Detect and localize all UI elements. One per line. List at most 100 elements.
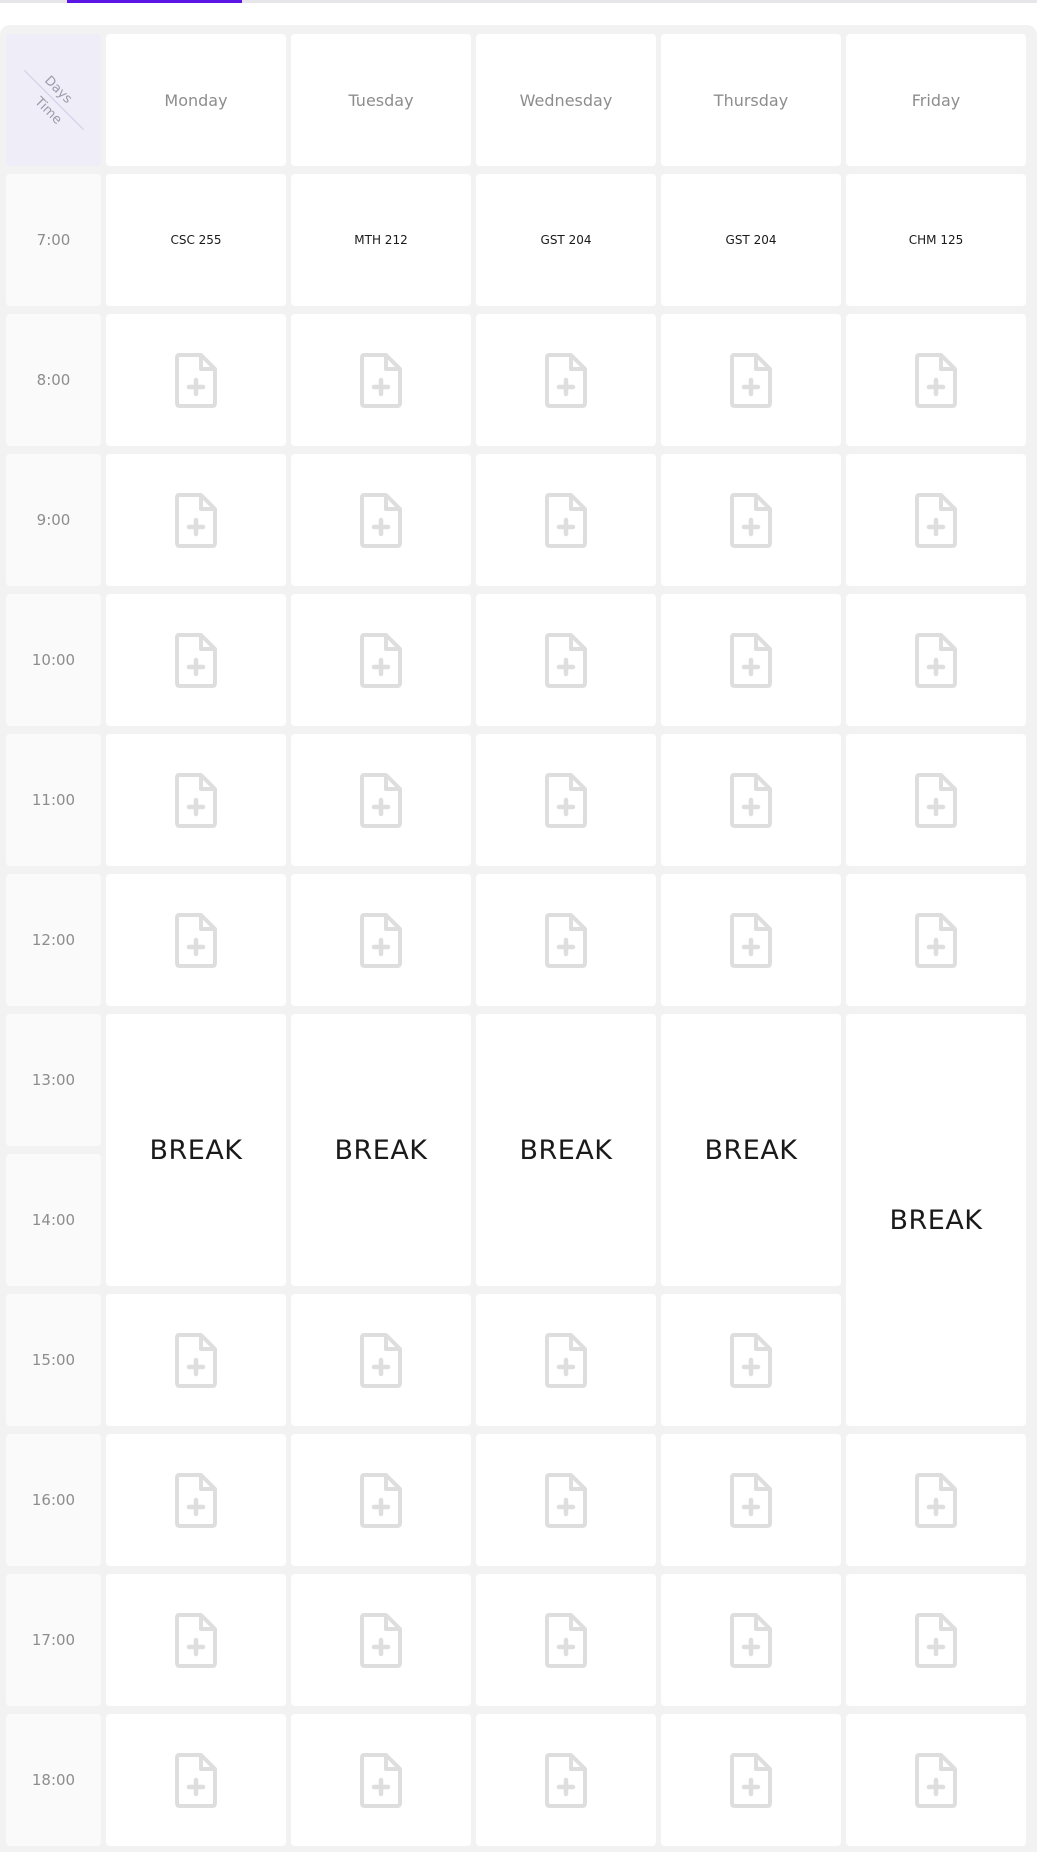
time-slot-label: 12:00	[6, 874, 101, 1006]
add-file-icon[interactable]	[173, 1471, 219, 1529]
add-file-icon[interactable]	[728, 1471, 774, 1529]
add-slot[interactable]	[106, 594, 286, 726]
add-slot[interactable]	[476, 734, 656, 866]
add-file-icon[interactable]	[728, 491, 774, 549]
add-file-icon[interactable]	[728, 351, 774, 409]
add-slot[interactable]	[476, 1714, 656, 1846]
add-slot[interactable]	[846, 1574, 1026, 1706]
add-slot[interactable]	[291, 734, 471, 866]
add-file-icon[interactable]	[913, 491, 959, 549]
add-slot[interactable]	[846, 734, 1026, 866]
add-file-icon[interactable]	[358, 631, 404, 689]
add-slot[interactable]	[661, 594, 841, 726]
add-slot[interactable]	[291, 1294, 471, 1426]
add-file-icon[interactable]	[913, 771, 959, 829]
add-file-icon[interactable]	[173, 631, 219, 689]
add-file-icon[interactable]	[543, 1331, 589, 1389]
add-file-icon[interactable]	[358, 1751, 404, 1809]
add-file-icon[interactable]	[728, 1611, 774, 1669]
course-cell[interactable]: CHM 125	[846, 174, 1026, 306]
add-slot[interactable]	[661, 1434, 841, 1566]
add-file-icon[interactable]	[173, 1331, 219, 1389]
add-file-icon[interactable]	[728, 1751, 774, 1809]
add-slot[interactable]	[106, 314, 286, 446]
course-cell[interactable]: GST 204	[661, 174, 841, 306]
add-slot[interactable]	[846, 874, 1026, 1006]
course-code: CHM 125	[908, 233, 964, 247]
add-slot[interactable]	[846, 594, 1026, 726]
add-slot[interactable]	[476, 594, 656, 726]
add-file-icon[interactable]	[543, 1471, 589, 1529]
add-file-icon[interactable]	[913, 1751, 959, 1809]
add-file-icon[interactable]	[913, 911, 959, 969]
add-file-icon[interactable]	[543, 1751, 589, 1809]
add-file-icon[interactable]	[543, 631, 589, 689]
add-slot[interactable]	[661, 1574, 841, 1706]
add-file-icon[interactable]	[358, 1611, 404, 1669]
course-cell[interactable]: GST 204	[476, 174, 656, 306]
add-slot[interactable]	[476, 1434, 656, 1566]
add-slot[interactable]	[661, 1294, 841, 1426]
add-slot[interactable]	[661, 1714, 841, 1846]
add-file-icon[interactable]	[913, 1611, 959, 1669]
add-slot[interactable]	[661, 454, 841, 586]
add-slot[interactable]	[661, 734, 841, 866]
add-file-icon[interactable]	[728, 911, 774, 969]
add-slot[interactable]	[106, 734, 286, 866]
add-file-icon[interactable]	[913, 1471, 959, 1529]
add-slot[interactable]	[476, 314, 656, 446]
time-slot-label: 9:00	[6, 454, 101, 586]
add-file-icon[interactable]	[543, 911, 589, 969]
add-file-icon[interactable]	[173, 1751, 219, 1809]
add-slot[interactable]	[661, 874, 841, 1006]
course-cell[interactable]: CSC 255	[106, 174, 286, 306]
add-file-icon[interactable]	[358, 771, 404, 829]
add-file-icon[interactable]	[913, 351, 959, 409]
add-file-icon[interactable]	[173, 491, 219, 549]
add-slot[interactable]	[106, 1434, 286, 1566]
course-cell[interactable]: MTH 212	[291, 174, 471, 306]
time-slot-label: 18:00	[6, 1714, 101, 1846]
add-slot[interactable]	[476, 1574, 656, 1706]
add-file-icon[interactable]	[728, 1331, 774, 1389]
add-file-icon[interactable]	[728, 631, 774, 689]
add-slot[interactable]	[106, 1294, 286, 1426]
add-slot[interactable]	[291, 1714, 471, 1846]
add-slot[interactable]	[476, 1294, 656, 1426]
add-file-icon[interactable]	[543, 771, 589, 829]
add-slot[interactable]	[291, 1574, 471, 1706]
time-slot-label: 17:00	[6, 1574, 101, 1706]
add-file-icon[interactable]	[173, 351, 219, 409]
add-file-icon[interactable]	[358, 491, 404, 549]
add-slot[interactable]	[106, 454, 286, 586]
add-slot[interactable]	[291, 594, 471, 726]
add-slot[interactable]	[846, 314, 1026, 446]
add-file-icon[interactable]	[543, 351, 589, 409]
add-slot[interactable]	[476, 454, 656, 586]
add-file-icon[interactable]	[358, 911, 404, 969]
add-file-icon[interactable]	[173, 771, 219, 829]
add-slot[interactable]	[106, 1714, 286, 1846]
add-file-icon[interactable]	[913, 631, 959, 689]
add-file-icon[interactable]	[358, 351, 404, 409]
add-file-icon[interactable]	[728, 771, 774, 829]
add-slot[interactable]	[291, 1434, 471, 1566]
add-slot[interactable]	[661, 314, 841, 446]
add-slot[interactable]	[291, 454, 471, 586]
add-file-icon[interactable]	[173, 911, 219, 969]
add-slot[interactable]	[291, 314, 471, 446]
add-file-icon[interactable]	[543, 491, 589, 549]
course-code: GST 204	[725, 233, 777, 247]
add-slot[interactable]	[291, 874, 471, 1006]
add-file-icon[interactable]	[173, 1611, 219, 1669]
add-file-icon[interactable]	[358, 1471, 404, 1529]
add-slot[interactable]	[846, 454, 1026, 586]
add-slot[interactable]	[106, 1574, 286, 1706]
add-file-icon[interactable]	[543, 1611, 589, 1669]
add-slot[interactable]	[846, 1714, 1026, 1846]
time-slot-label: 11:00	[6, 734, 101, 866]
add-slot[interactable]	[846, 1434, 1026, 1566]
add-slot[interactable]	[106, 874, 286, 1006]
add-file-icon[interactable]	[358, 1331, 404, 1389]
add-slot[interactable]	[476, 874, 656, 1006]
